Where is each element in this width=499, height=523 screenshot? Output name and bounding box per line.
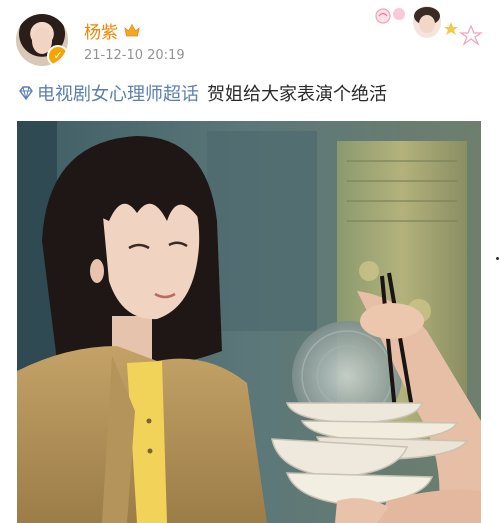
post-caption: 电视剧女心理师超话 贺姐给大家表演个绝活	[18, 80, 387, 106]
post-image[interactable]	[17, 121, 481, 523]
supertopic-label: 电视剧女心理师超话	[37, 84, 199, 105]
supertopic-link[interactable]: 电视剧女心理师超话	[18, 80, 199, 106]
weibo-post: ✓ 杨紫 21-12-10 20:19 电视剧女心理师超话 贺姐给大家表演个绝活	[0, 0, 499, 523]
supertopic-diamond-icon	[19, 86, 33, 101]
user-avatar[interactable]: ✓	[16, 14, 68, 66]
verified-badge-icon: ✓	[47, 45, 68, 66]
username[interactable]: 杨紫	[84, 18, 118, 43]
profile-card-decoration	[375, 6, 483, 46]
post-timestamp: 21-12-10 20:19	[84, 48, 185, 63]
caption-text: 贺姐给大家表演个绝活	[207, 84, 387, 105]
post-image-illustration	[17, 121, 481, 523]
username-row: 杨紫	[84, 18, 140, 43]
crown-icon	[124, 24, 140, 37]
